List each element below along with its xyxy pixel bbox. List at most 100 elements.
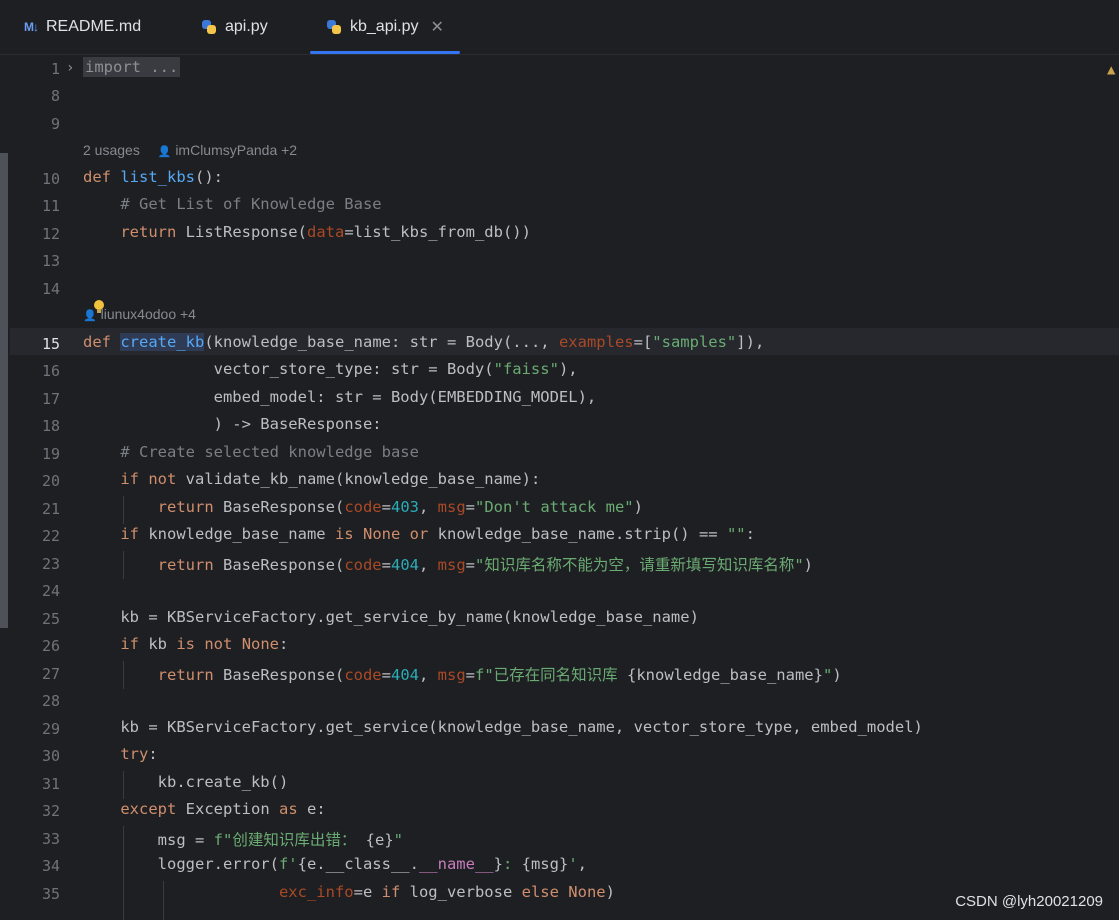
author-inlay-hint[interactable]: 👤 liunux4odoo +4 xyxy=(83,306,196,322)
code-line-25[interactable]: kb = KBServiceFactory.get_service_by_nam… xyxy=(83,608,699,626)
keyword: if xyxy=(381,883,401,901)
code-text: (): xyxy=(195,168,223,186)
line-number[interactable]: 24 xyxy=(20,582,60,600)
line-number[interactable]: 26 xyxy=(20,637,60,655)
line-number[interactable]: 20 xyxy=(20,472,60,490)
keyword: return xyxy=(157,666,214,684)
code-line-23[interactable]: return BaseResponse(code=404, msg="知识库名称… xyxy=(83,553,813,575)
code-line-22[interactable]: if knowledge_base_name is None or knowle… xyxy=(83,525,755,543)
line-number[interactable]: 1 xyxy=(20,60,60,78)
code-text: ) xyxy=(633,498,643,516)
scrollbar-left[interactable] xyxy=(0,153,8,628)
line-number[interactable]: 29 xyxy=(20,720,60,738)
line-number[interactable]: 10 xyxy=(20,170,60,188)
code-line-31[interactable]: kb.create_kb() xyxy=(83,773,289,791)
number: 403 xyxy=(390,498,419,516)
editor-tab-bar: M↓ README.md api.py kb_api.py ✕ xyxy=(0,0,1119,55)
code-text: ]), xyxy=(736,333,765,351)
line-number[interactable]: 14 xyxy=(20,280,60,298)
code-text: } xyxy=(493,855,503,873)
tab-label: kb_api.py xyxy=(350,18,419,35)
code-line-33[interactable]: msg = f"创建知识库出错： {e}" xyxy=(83,828,403,850)
string: f"已存在同名知识库 xyxy=(475,666,627,684)
code-line-11[interactable]: # Get List of Knowledge Base xyxy=(83,195,381,213)
line-number[interactable]: 17 xyxy=(20,390,60,408)
param-name: code xyxy=(344,666,382,684)
code-line-26[interactable]: if kb is not None: xyxy=(83,635,288,653)
code-text: e: xyxy=(297,800,326,818)
code-line-27[interactable]: return BaseResponse(code=404, msg=f"已存在同… xyxy=(83,663,842,685)
line-number[interactable]: 31 xyxy=(20,775,60,793)
code-line-1[interactable]: import ... xyxy=(83,57,181,77)
code-text: ), xyxy=(558,360,578,378)
line-number[interactable]: 25 xyxy=(20,610,60,628)
code-text: =list_kbs_from_db()) xyxy=(344,223,531,241)
code-line-19[interactable]: # Create selected knowledge base xyxy=(83,443,419,461)
line-number[interactable]: 22 xyxy=(20,527,60,545)
keyword: if xyxy=(120,525,139,543)
usages-hint[interactable]: 2 usages 👤 imClumsyPanda +2 xyxy=(83,142,297,158)
line-number[interactable]: 23 xyxy=(20,555,60,573)
tab-api-py[interactable]: api.py xyxy=(201,0,268,54)
line-number[interactable]: 21 xyxy=(20,500,60,518)
chevron-right-icon[interactable]: › xyxy=(66,60,74,76)
code-line-35[interactable]: exc_info=e if log_verbose else None) xyxy=(83,883,615,901)
code-line-29[interactable]: kb = KBServiceFactory.get_service(knowle… xyxy=(83,718,923,736)
keyword: return xyxy=(120,223,177,241)
close-icon[interactable]: ✕ xyxy=(431,17,444,37)
line-number[interactable]: 8 xyxy=(20,87,60,105)
line-number[interactable]: 35 xyxy=(20,885,60,903)
tab-readme[interactable]: M↓ README.md xyxy=(24,0,141,54)
param-name: code xyxy=(344,498,382,516)
code-text: ) xyxy=(605,883,615,901)
code-text: validate_kb_name(knowledge_base_name): xyxy=(176,470,541,488)
keyword: not xyxy=(204,635,233,653)
folded-imports[interactable]: import ... xyxy=(83,57,181,77)
code-line-34[interactable]: logger.error(f'{e.__class__.__name__}: {… xyxy=(83,855,587,873)
tab-label: README.md xyxy=(46,18,142,35)
keyword: return xyxy=(157,498,214,516)
line-number[interactable]: 28 xyxy=(20,692,60,710)
tab-label: api.py xyxy=(225,18,268,35)
code-line-18[interactable]: ) -> BaseResponse: xyxy=(83,415,382,433)
code-text: BaseResponse( xyxy=(213,666,345,684)
line-number[interactable]: 30 xyxy=(20,747,60,765)
code-text: kb xyxy=(139,635,177,653)
author-hint[interactable]: imClumsyPanda +2 xyxy=(175,142,297,158)
code-line-16[interactable]: vector_store_type: str = Body("faiss"), xyxy=(83,360,578,378)
code-line-21[interactable]: return BaseResponse(code=403, msg="Don't… xyxy=(83,498,643,516)
line-number[interactable]: 19 xyxy=(20,445,60,463)
line-number[interactable]: 33 xyxy=(20,830,60,848)
author-hint[interactable]: liunux4odoo +4 xyxy=(101,306,196,322)
code-text: BaseResponse( xyxy=(213,556,345,574)
code-line-15[interactable]: def create_kb(knowledge_base_name: str =… xyxy=(83,333,764,351)
code-line-32[interactable]: except Exception as e: xyxy=(83,800,326,818)
code-line-12[interactable]: return ListResponse(data=list_kbs_from_d… xyxy=(83,223,531,241)
code-line-30[interactable]: try: xyxy=(83,745,157,763)
tab-kb-api-py[interactable]: kb_api.py ✕ xyxy=(310,0,460,54)
line-number[interactable]: 11 xyxy=(20,197,60,215)
keyword: is xyxy=(176,635,195,653)
line-number[interactable]: 18 xyxy=(20,417,60,435)
line-number[interactable]: 27 xyxy=(20,665,60,683)
code-text: : xyxy=(745,525,755,543)
string: "samples" xyxy=(652,333,737,351)
code-line-20[interactable]: if not validate_kb_name(knowledge_base_n… xyxy=(83,470,540,488)
line-number[interactable]: 9 xyxy=(20,115,60,133)
code-text: ) xyxy=(803,556,814,574)
code-line-10[interactable]: def list_kbs(): xyxy=(83,168,223,186)
code-text: {e} xyxy=(365,831,394,849)
line-number[interactable]: 12 xyxy=(20,225,60,243)
line-number[interactable]: 13 xyxy=(20,252,60,270)
line-number[interactable]: 16 xyxy=(20,362,60,380)
keyword: else xyxy=(521,883,559,901)
line-number[interactable]: 34 xyxy=(20,857,60,875)
usages-count[interactable]: 2 usages xyxy=(83,142,140,158)
keyword: return xyxy=(157,556,214,574)
keyword: None xyxy=(362,525,401,543)
line-number[interactable]: 32 xyxy=(20,802,60,820)
code-line-17[interactable]: embed_model: str = Body(EMBEDDING_MODEL)… xyxy=(83,388,597,406)
string: " xyxy=(393,831,403,849)
warning-icon[interactable]: ▲ xyxy=(1107,62,1115,78)
line-number[interactable]: 15 xyxy=(20,335,60,353)
